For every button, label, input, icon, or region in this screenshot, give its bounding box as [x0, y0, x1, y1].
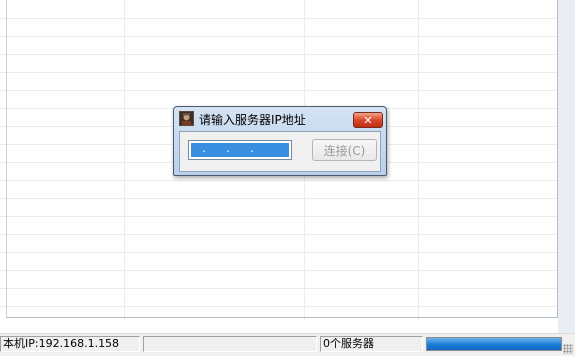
ip-input-value: . . .: [191, 143, 289, 157]
column-divider: [418, 0, 419, 320]
grid-line: [0, 72, 557, 73]
server-count-status: 0个服务器: [320, 336, 423, 352]
column-divider: [124, 0, 125, 320]
dialog-title-bar[interactable]: 请输入服务器IP地址 ✕: [174, 107, 386, 131]
resize-grip-icon[interactable]: [563, 344, 573, 354]
local-ip-status: 本机IP:192.168.1.158: [0, 336, 140, 352]
window-side-strip: [558, 0, 575, 333]
close-button[interactable]: ✕: [353, 112, 383, 128]
list-border: [6, 0, 7, 318]
progress-fill: [427, 338, 561, 350]
grid-line: [0, 90, 557, 91]
grid-line: [0, 54, 557, 55]
grid-line: [0, 18, 557, 19]
grid-line: [0, 288, 557, 289]
list-border: [6, 317, 558, 318]
grid-line: [0, 180, 557, 181]
dialog-title: 请输入服务器IP地址: [199, 113, 306, 127]
grid-line: [0, 36, 557, 37]
status-message: [143, 336, 317, 352]
grid-line: [0, 306, 557, 307]
grid-line: [0, 216, 557, 217]
progress-bar: [426, 337, 562, 351]
ip-address-input[interactable]: . . .: [188, 140, 292, 160]
grid-line: [0, 234, 557, 235]
status-bar: 本机IP:192.168.1.158 0个服务器: [0, 333, 575, 356]
close-icon: ✕: [363, 113, 373, 127]
app-character-icon: [179, 111, 194, 126]
server-ip-dialog: 请输入服务器IP地址 ✕ . . . 连接(C): [173, 106, 387, 176]
grid-line: [0, 252, 557, 253]
dialog-body: . . . 连接(C): [179, 131, 381, 172]
grid-line: [0, 198, 557, 199]
grid-line: [0, 270, 557, 271]
connect-button[interactable]: 连接(C): [312, 139, 377, 161]
